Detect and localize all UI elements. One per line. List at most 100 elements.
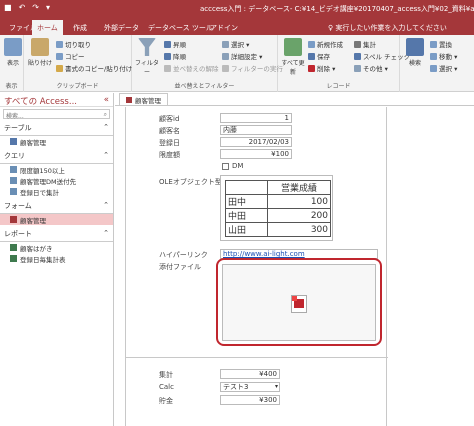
totals-button[interactable]: 集計 xyxy=(354,39,376,49)
nav-section-reports[interactable]: レポート ⌃ xyxy=(0,227,113,242)
label-customer-name: 顧客名 xyxy=(159,127,180,135)
replace-icon xyxy=(430,40,437,48)
copy-button[interactable]: コピー xyxy=(56,51,85,61)
field-total[interactable]: ¥400 xyxy=(220,369,280,379)
nav-collapse-icon[interactable]: « xyxy=(104,95,109,105)
ribbon-tabs: ファイル ホーム 作成 外部データ データベース ツール アドイン ♀ 実行した… xyxy=(0,18,474,35)
title-bar: ■ ↶ ↷ ▾ acccess入門 : データベース- C:¥14_ビデオ講座¥… xyxy=(0,0,474,18)
replace-button[interactable]: 置換 xyxy=(430,39,452,49)
nav-item-query-limit[interactable]: 限度額150以上 xyxy=(0,164,113,175)
brush-icon xyxy=(56,64,63,72)
quick-access-toolbar: ■ ↶ ↷ ▾ xyxy=(4,3,50,12)
cut-button[interactable]: 切り取り xyxy=(56,39,91,49)
ole-value-cell: 200 xyxy=(267,208,331,223)
toggle-filter-icon xyxy=(222,64,229,72)
label-credit-limit: 限度額 xyxy=(159,151,180,159)
query-icon xyxy=(10,177,17,184)
navigation-pane: すべての Access... « 検索... ⌕ テーブル ⌃ 顧客管理 クエリ ⌃… xyxy=(0,93,114,426)
query-icon xyxy=(10,166,17,173)
format-painter-button[interactable]: 書式のコピー/貼り付け xyxy=(56,63,132,73)
clear-sort-icon xyxy=(164,64,171,72)
spelling-icon xyxy=(354,52,361,60)
find-button[interactable]: 検索 xyxy=(402,38,428,67)
more-button[interactable]: その他 ▾ xyxy=(354,63,388,73)
nav-item-report-postcard[interactable]: 顧客はがき xyxy=(0,242,113,253)
refresh-icon xyxy=(284,38,302,56)
ole-object-frame[interactable]: 営業成績 田中 100 中田 200 山田 300 xyxy=(220,175,333,241)
selection-button[interactable]: 選択 ▾ xyxy=(222,39,249,49)
tab-addins[interactable]: アドイン xyxy=(205,20,243,35)
label-registration-date: 登録日 xyxy=(159,139,180,147)
nav-title[interactable]: すべての Access... « xyxy=(0,93,113,107)
undo-icon[interactable]: ↶ xyxy=(19,3,26,12)
goto-button[interactable]: 移動 ▾ xyxy=(430,51,457,61)
doc-tab-customers[interactable]: 顧客管理 xyxy=(119,93,168,105)
field-registration-date[interactable]: 2017/02/03 xyxy=(220,137,292,147)
view-button[interactable]: 表示 xyxy=(0,38,26,67)
advanced-button[interactable]: 詳細設定 ▾ xyxy=(222,51,262,61)
new-record-button[interactable]: 新規作成 xyxy=(308,39,343,49)
ole-name-cell: 山田 xyxy=(225,222,268,237)
nav-item-report-date[interactable]: 登録日毎集計表 xyxy=(0,253,113,264)
delete-record-button[interactable]: 削除 ▾ xyxy=(308,63,335,73)
sort-asc-icon xyxy=(164,40,171,48)
customize-icon[interactable]: ▾ xyxy=(46,3,50,12)
tab-create[interactable]: 作成 xyxy=(68,20,92,35)
new-record-icon xyxy=(308,40,315,48)
delete-icon xyxy=(308,64,315,72)
dm-checkbox[interactable] xyxy=(222,163,229,170)
chevron-up-icon: ⌃ xyxy=(103,229,109,237)
toggle-filter-button[interactable]: フィルターの実行 xyxy=(222,63,283,73)
query-icon xyxy=(10,188,17,195)
field-credit-limit[interactable]: ¥100 xyxy=(220,149,292,159)
nav-item-table-customers[interactable]: 顧客管理 xyxy=(0,136,113,147)
label-hyperlink: ハイパーリンク xyxy=(159,251,208,259)
form-footer-divider xyxy=(126,357,388,358)
copy-icon xyxy=(56,52,63,60)
ole-value-cell: 100 xyxy=(267,194,331,209)
redo-icon[interactable]: ↷ xyxy=(32,3,39,12)
field-savings[interactable]: ¥300 xyxy=(220,395,280,405)
nav-item-query-date[interactable]: 登録日で集計 xyxy=(0,186,113,197)
form-icon xyxy=(10,216,17,223)
label-total: 集計 xyxy=(159,371,173,379)
paste-button[interactable]: 貼り付け xyxy=(27,38,53,67)
field-customer-id[interactable]: 1 xyxy=(220,113,292,123)
window-title: acccess入門 : データベース- C:¥14_ビデオ講座¥20170407… xyxy=(200,5,474,13)
sort-descending-button[interactable]: 降順 xyxy=(164,51,186,61)
tell-me-box[interactable]: ♀ 実行したい作業を入力してください xyxy=(328,23,447,33)
group-sort-filter: フィルター 昇順 降順 並べ替えの解除 選択 ▾ 詳細設定 ▾ フィルターの実行… xyxy=(132,35,283,92)
paste-icon xyxy=(31,38,49,56)
label-ole-object: OLEオブジェクト型 xyxy=(159,178,222,186)
refresh-all-button[interactable]: すべて更新 xyxy=(280,38,306,76)
clear-sort-button[interactable]: 並べ替えの解除 xyxy=(164,63,219,73)
nav-item-query-dm[interactable]: 顧客管理DM送付先 xyxy=(0,175,113,186)
label-calc: Calc xyxy=(159,383,174,391)
save-record-button[interactable]: 保存 xyxy=(308,51,330,61)
sigma-icon xyxy=(354,40,361,48)
nav-section-queries[interactable]: クエリ ⌃ xyxy=(0,149,113,164)
nav-search-input[interactable]: 検索... ⌕ xyxy=(3,109,110,120)
tab-external-data[interactable]: 外部データ xyxy=(99,20,144,35)
highlight-circle xyxy=(216,258,382,346)
ole-name-cell: 中田 xyxy=(225,208,268,223)
table-icon xyxy=(10,138,17,145)
report-icon xyxy=(10,255,17,262)
field-customer-name[interactable]: 内藤 xyxy=(220,125,292,135)
ole-name-cell: 田中 xyxy=(225,194,268,209)
filter-button[interactable]: フィルター xyxy=(134,38,160,76)
sort-ascending-button[interactable]: 昇順 xyxy=(164,39,186,49)
selection-icon xyxy=(222,40,229,48)
dropdown-arrow-icon[interactable]: ▾ xyxy=(275,383,278,391)
tab-home[interactable]: ホーム xyxy=(32,20,63,35)
nav-item-form-customers[interactable]: 顧客管理 xyxy=(0,214,113,225)
nav-section-tables[interactable]: テーブル ⌃ xyxy=(0,121,113,136)
save-icon[interactable]: ■ xyxy=(4,3,12,12)
ribbon: 表示 表示 貼り付け 切り取り コピー 書式のコピー/貼り付け クリップボード … xyxy=(0,35,474,92)
field-calc-combo[interactable]: テスト3 ▾ xyxy=(220,382,280,392)
ole-sales-table: 営業成績 田中 100 中田 200 山田 300 xyxy=(225,180,331,237)
chevron-up-icon: ⌃ xyxy=(103,123,109,131)
scissors-icon xyxy=(56,40,63,48)
nav-section-forms[interactable]: フォーム ⌃ xyxy=(0,199,113,214)
select-button[interactable]: 選択 ▾ xyxy=(430,63,457,73)
